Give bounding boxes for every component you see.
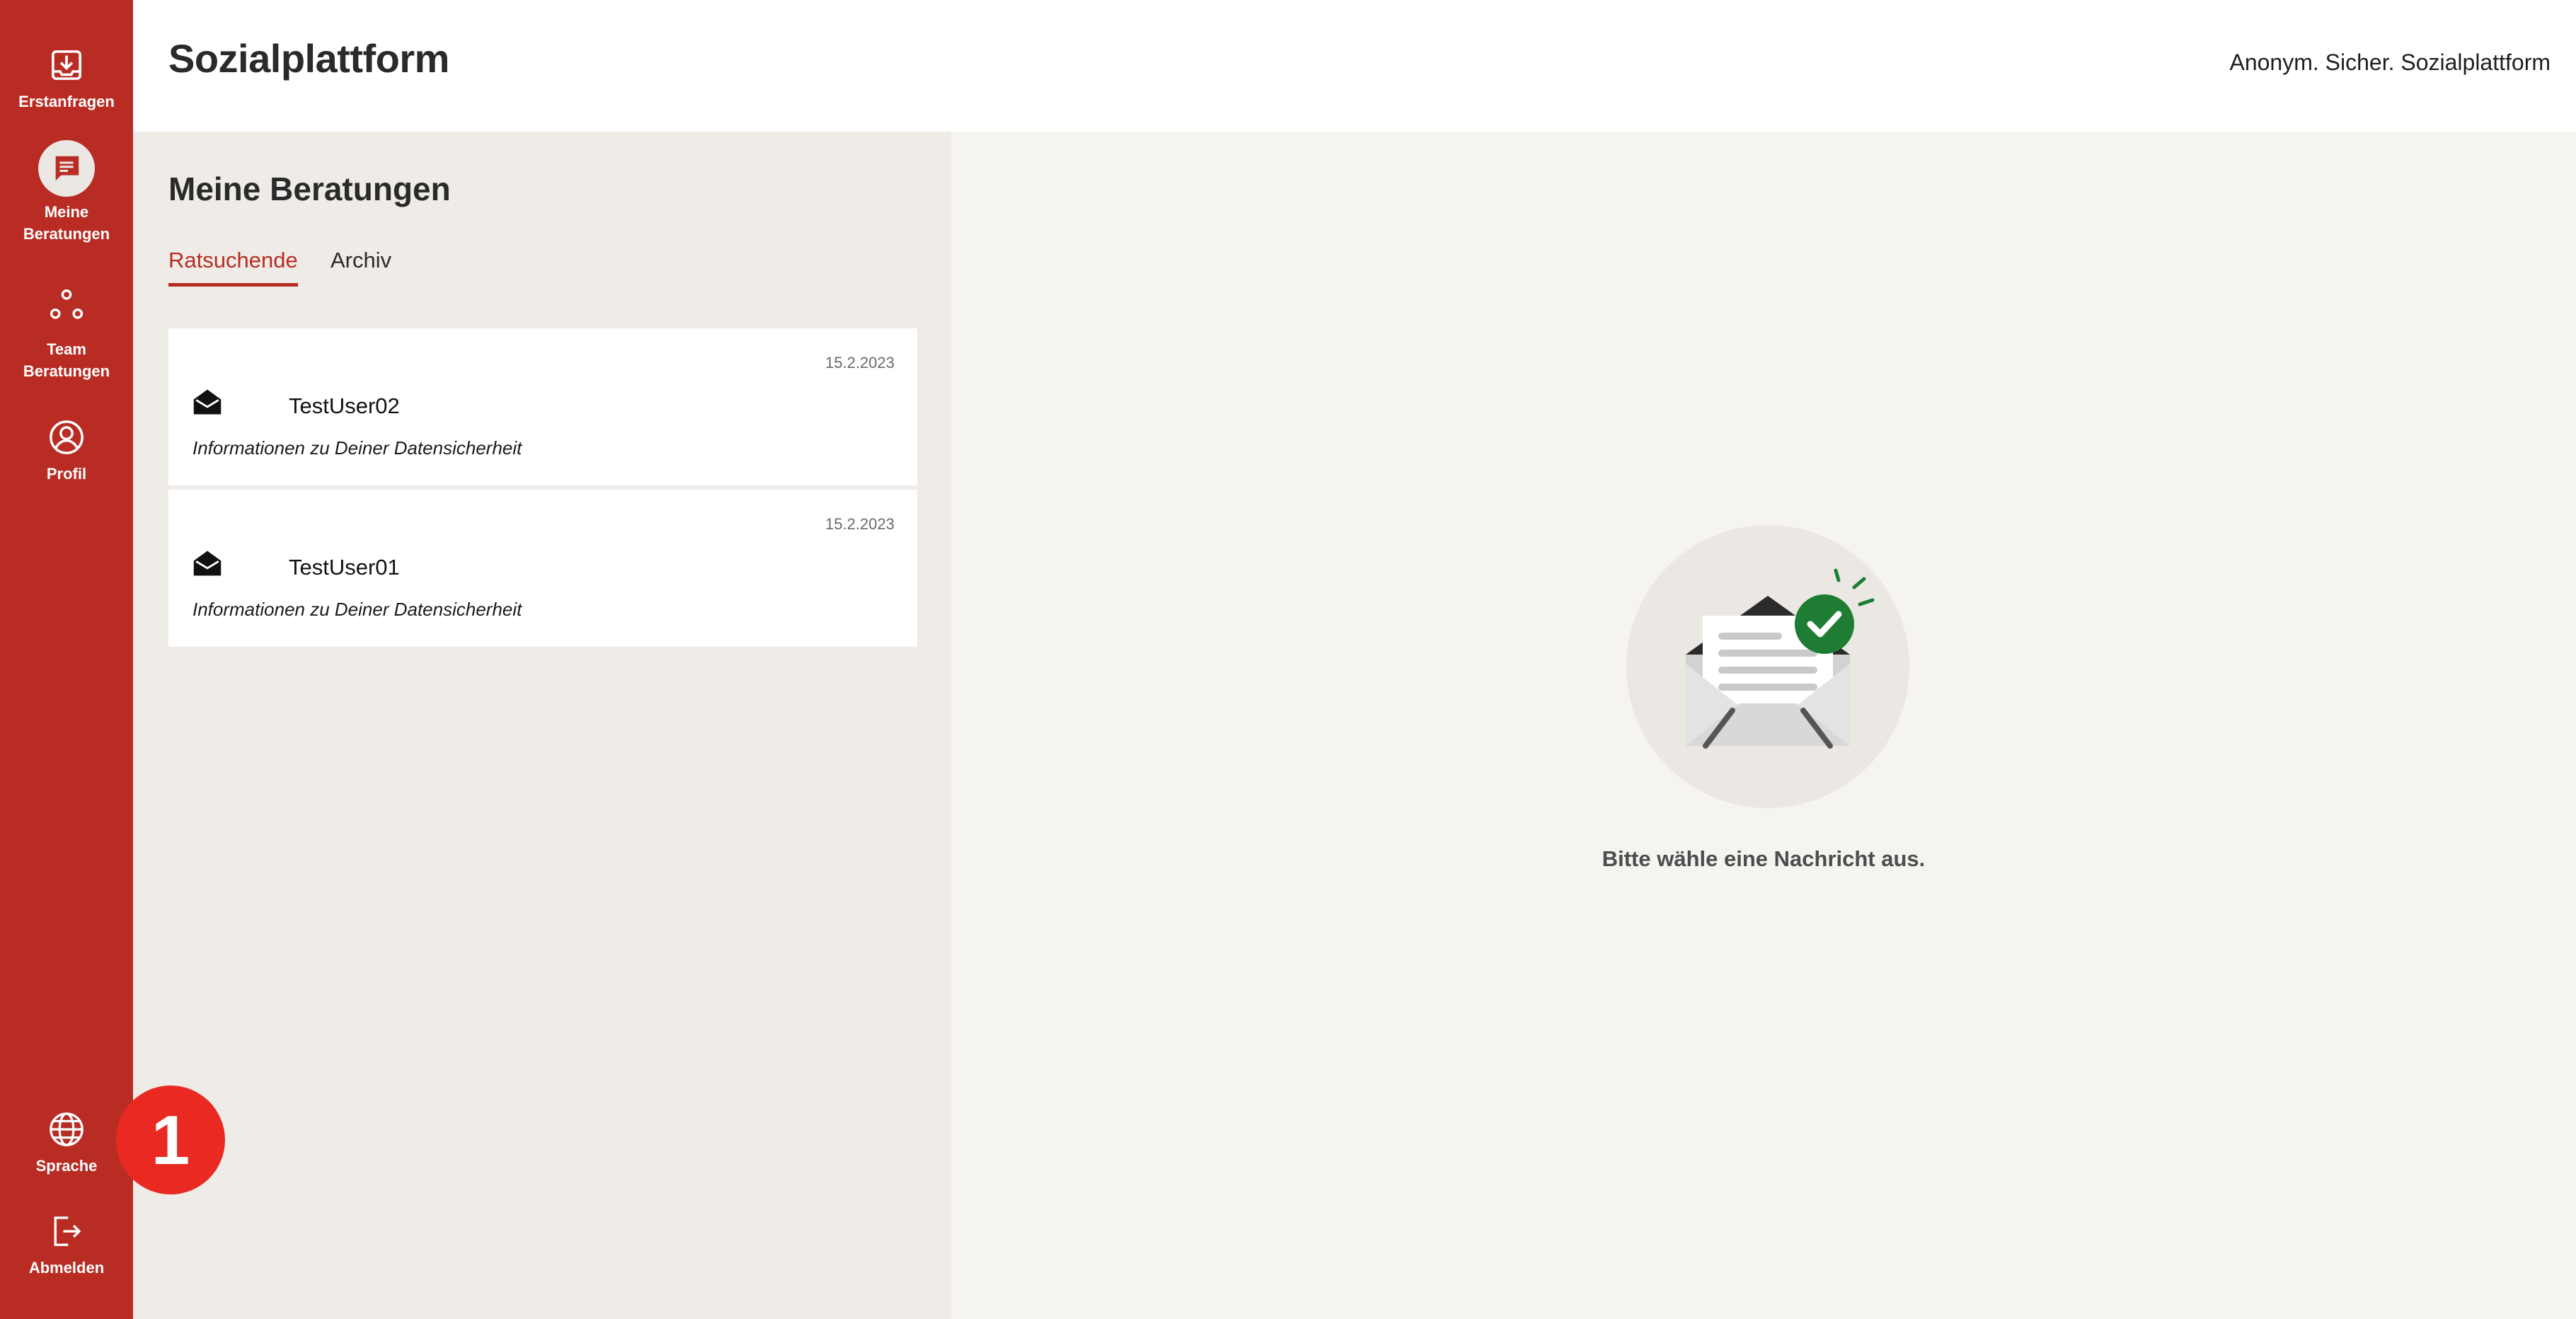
chat-message-icon <box>38 140 95 197</box>
empty-state-message: Bitte wähle eine Nachricht aus. <box>1602 846 1926 871</box>
app-tagline: Anonym. Sicher. Sozialplattform <box>2229 50 2551 75</box>
nav-meine-beratungen[interactable]: Meine Beratungen <box>0 140 133 245</box>
nav-profil[interactable]: Profil <box>0 409 133 485</box>
message-detail-panel: Bitte wähle eine Nachricht aus. <box>951 132 2576 1319</box>
user-circle-icon <box>38 409 95 466</box>
conversation-subject: Informationen zu Deiner Datensicherheit <box>192 437 522 459</box>
nav-label: Profil <box>46 465 87 483</box>
conversation-subject: Informationen zu Deiner Datensicherheit <box>192 599 522 620</box>
page-title: Meine Beratungen <box>168 171 451 207</box>
nav-sprache[interactable]: Sprache <box>0 1101 133 1177</box>
nav-team-beratungen[interactable]: Team Beratungen <box>0 277 133 382</box>
nav-label: Team Beratungen <box>23 340 110 380</box>
conversation-user: TestUser02 <box>289 393 400 418</box>
conversation-date: 15.2.2023 <box>825 354 895 371</box>
logout-icon <box>38 1203 95 1260</box>
conversation-list-panel: Meine Beratungen Ratsuchende Archiv 15.2… <box>133 132 951 1319</box>
envelope-open-icon <box>193 551 222 576</box>
nav-erstanfragen[interactable]: Erstanfragen <box>0 37 133 113</box>
team-nodes-icon <box>38 277 95 334</box>
conversation-user: TestUser01 <box>289 555 400 580</box>
globe-icon <box>38 1101 95 1158</box>
conversation-item[interactable]: 15.2.2023 TestUser02 Informationen zu De… <box>168 328 917 485</box>
nav-label: Sprache <box>35 1157 98 1175</box>
conversation-date: 15.2.2023 <box>825 515 895 533</box>
conversation-item[interactable]: 15.2.2023 TestUser01 Informationen zu De… <box>168 490 917 647</box>
app-title: Sozialplattform <box>168 36 449 81</box>
envelope-open-icon <box>193 389 222 415</box>
sidebar: Erstanfragen Meine Beratungen Team Berat… <box>0 0 133 1319</box>
nav-abmelden[interactable]: Abmelden <box>0 1203 133 1279</box>
inbox-download-icon <box>38 37 95 93</box>
nav-label: Abmelden <box>28 1259 105 1277</box>
annotation-badge: 1 <box>116 1085 225 1194</box>
app-header: Sozialplattform Anonym. Sicher. Sozialpl… <box>133 0 2576 132</box>
nav-label: Erstanfragen <box>18 93 115 110</box>
tab-ratsuchende[interactable]: Ratsuchende <box>168 248 298 287</box>
tab-archiv[interactable]: Archiv <box>330 248 391 283</box>
envelope-check-illustration <box>1626 525 1909 808</box>
nav-label: Meine Beratungen <box>23 203 110 243</box>
